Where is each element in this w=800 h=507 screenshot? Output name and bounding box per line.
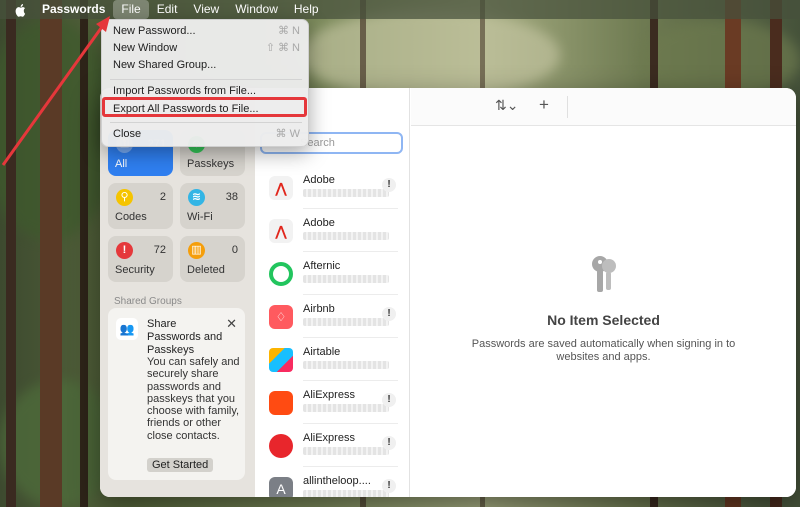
item-name: Afternic — [303, 260, 341, 272]
tile-security[interactable]: ! 72 Security — [108, 236, 173, 282]
tile-passkeys-label: Passkeys — [187, 158, 235, 170]
toolbar: ⇅⌄ + — [411, 88, 796, 126]
menu-item-close[interactable]: Close ⌘ W — [102, 126, 310, 143]
keys-icon — [592, 256, 616, 292]
list-item[interactable]: ⋀ Adobe — [255, 209, 410, 252]
menu-item-label: Close — [113, 128, 142, 140]
no-item-subtitle: Passwords are saved automatically when s… — [411, 338, 796, 364]
apple-logo-icon[interactable] — [14, 3, 28, 17]
item-name: allintheloop.... — [303, 475, 371, 487]
warning-badge-icon: ! — [382, 307, 396, 321]
warning-badge-icon: ! — [382, 393, 396, 407]
masked-password — [303, 361, 389, 369]
list-item[interactable]: Afternic — [255, 252, 410, 295]
passwords-window: ⚿ 271 All ☺ Passkeys ⚲ 2 Codes ≋ 38 Wi-F… — [100, 88, 796, 497]
menu-item-new-password[interactable]: New Password... ⌘ N — [102, 23, 310, 40]
sidebar: ⚿ 271 All ☺ Passkeys ⚲ 2 Codes ≋ 38 Wi-F… — [100, 88, 255, 497]
menu-item-label: New Password... — [113, 25, 196, 37]
menu-item-shortcut: ⌘ W — [275, 128, 300, 140]
adobe-logo-icon: ⋀ — [269, 219, 293, 243]
list-item[interactable]: AliExpress ! — [255, 424, 410, 467]
tile-wifi[interactable]: ≋ 38 Wi-Fi — [180, 183, 245, 229]
tile-security-count: 72 — [153, 244, 166, 256]
tile-wifi-label: Wi-Fi — [187, 211, 213, 223]
item-name: Airbnb — [303, 303, 335, 315]
list-item[interactable]: ♢ Airbnb ! — [255, 295, 410, 338]
file-menu: New Password... ⌘ N New Window ⇧ ⌘ N New… — [101, 19, 309, 147]
item-name: AliExpress — [303, 432, 355, 444]
sort-icon[interactable]: ⇅⌄ — [495, 97, 518, 114]
item-name: Adobe — [303, 217, 335, 229]
masked-password — [303, 447, 389, 455]
tile-deleted[interactable]: ▥ 0 Deleted — [180, 236, 245, 282]
annotation-highlight-box — [102, 97, 307, 117]
menu-item-label: Import Passwords from File... — [113, 85, 257, 97]
menu-window[interactable]: Window — [227, 0, 286, 19]
people-icon: 👥 — [116, 318, 138, 340]
menu-view[interactable]: View — [185, 0, 227, 19]
close-icon[interactable]: ✕ — [226, 316, 237, 332]
menu-edit[interactable]: Edit — [149, 0, 186, 19]
get-started-button[interactable]: Get Started — [147, 458, 214, 472]
lock-code-icon: ⚲ — [116, 189, 133, 206]
share-card-title: Share Passwords and Passkeys — [147, 318, 223, 356]
wifi-icon: ≋ — [188, 189, 205, 206]
masked-password — [303, 490, 389, 497]
aliexpress-logo-icon — [269, 434, 293, 458]
tile-codes-count: 2 — [159, 191, 166, 203]
airtable-logo-icon — [269, 348, 293, 372]
toolbar-divider — [567, 96, 568, 118]
masked-password — [303, 275, 389, 283]
item-name: Airtable — [303, 346, 341, 358]
menu-divider — [110, 122, 302, 123]
no-item-subtitle-line2: websites and apps. — [556, 351, 651, 363]
shared-groups-heading: Shared Groups — [114, 296, 182, 307]
share-card-body: You can safely and securely share passwo… — [147, 356, 240, 442]
tile-security-label: Security — [115, 264, 155, 276]
airbnb-logo-icon: ♢ — [269, 305, 293, 329]
masked-password — [303, 318, 389, 326]
aliexpress-logo-icon — [269, 391, 293, 415]
menu-app-name[interactable]: Passwords — [42, 0, 113, 19]
no-item-title: No Item Selected — [547, 312, 660, 328]
warning-icon: ! — [116, 242, 133, 259]
list-item[interactable]: Airtable — [255, 338, 410, 381]
menu-item-label: New Shared Group... — [113, 59, 217, 71]
masked-password — [303, 232, 389, 240]
menu-help[interactable]: Help — [286, 0, 327, 19]
tile-deleted-label: Deleted — [187, 264, 225, 276]
menu-item-label: New Window — [113, 42, 178, 54]
trash-icon: ▥ — [188, 242, 205, 259]
tile-wifi-count: 38 — [225, 191, 238, 203]
item-name: AliExpress — [303, 389, 355, 401]
menu-bar: Passwords File Edit View Window Help — [0, 0, 800, 19]
menu-item-new-window[interactable]: New Window ⇧ ⌘ N — [102, 40, 310, 57]
tile-all-label: All — [115, 158, 128, 170]
detail-pane: No Item Selected Passwords are saved aut… — [411, 126, 796, 497]
masked-password — [303, 189, 389, 197]
list-item[interactable]: A allintheloop.... ! — [255, 467, 410, 497]
adobe-logo-icon: ⋀ — [269, 176, 293, 200]
menu-item-shortcut: ⌘ N — [278, 25, 300, 37]
menu-item-shortcut: ⇧ ⌘ N — [265, 42, 300, 54]
share-card: 👥 Share Passwords and Passkeys ✕ You can… — [108, 308, 245, 480]
menu-file[interactable]: File — [113, 0, 149, 19]
tile-codes-label: Codes — [115, 211, 147, 223]
no-item-subtitle-line1: Passwords are saved automatically when s… — [471, 338, 736, 350]
warning-badge-icon: ! — [382, 178, 396, 192]
masked-password — [303, 404, 389, 412]
list-item[interactable]: AliExpress ! — [255, 381, 410, 424]
warning-badge-icon: ! — [382, 436, 396, 450]
letter-a-icon: A — [269, 477, 293, 497]
item-name: Adobe — [303, 174, 335, 186]
tile-codes[interactable]: ⚲ 2 Codes — [108, 183, 173, 229]
menu-item-new-shared-group[interactable]: New Shared Group... — [102, 57, 310, 74]
password-list: Search ⋀ Adobe ! ⋀ Adobe Afternic ♢ Airb… — [255, 88, 410, 497]
tile-deleted-count: 0 — [231, 244, 238, 256]
plus-icon[interactable]: + — [539, 95, 549, 115]
list-item[interactable]: ⋀ Adobe ! — [255, 166, 410, 209]
menu-divider — [110, 79, 302, 80]
afternic-logo-icon — [269, 262, 293, 286]
warning-badge-icon: ! — [382, 479, 396, 493]
